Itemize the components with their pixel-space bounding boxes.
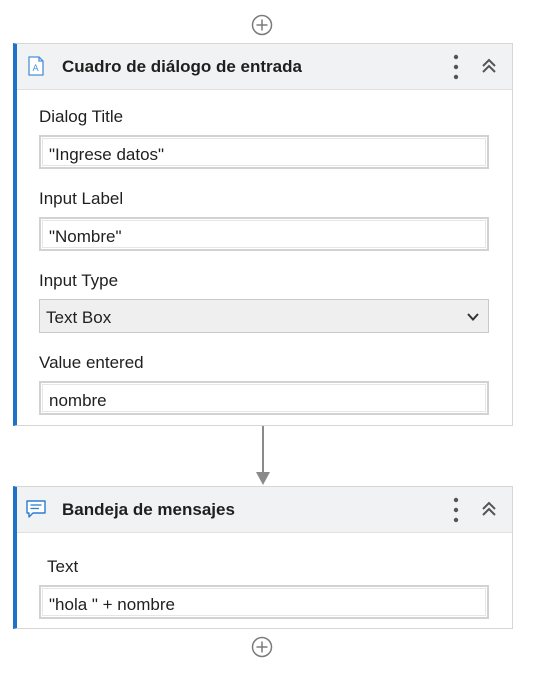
activity-title: Cuadro de diálogo de entrada [62, 57, 302, 76]
collapse-chevrons-icon[interactable] [478, 498, 500, 520]
kebab-menu-icon[interactable] [448, 496, 464, 524]
input-type-label: Input Type [39, 271, 119, 290]
input-label-label: Input Label [39, 189, 124, 208]
activity-header[interactable]: A Cuadro de diálogo de entrada [17, 44, 512, 90]
add-activity-top-button[interactable] [251, 14, 273, 36]
text-label: Text [47, 557, 79, 576]
plus-circle-icon [251, 636, 273, 658]
input-type-select[interactable]: Text Box [39, 299, 489, 333]
value-entered-label: Value entered [39, 353, 144, 372]
activity-header[interactable]: Bandeja de mensajes [17, 487, 512, 533]
input-dialog-activity[interactable]: A Cuadro de diálogo de entrada Dialog Ti… [13, 43, 513, 426]
dialog-title-label: Dialog Title [39, 107, 124, 126]
input-label-input[interactable]: "Nombre" [39, 217, 489, 251]
message-box-activity[interactable]: Bandeja de mensajes Text "hola " + nombr… [13, 486, 513, 629]
plus-circle-icon [251, 14, 273, 36]
input-dialog-icon: A [28, 56, 44, 76]
value-entered-input[interactable]: nombre [39, 381, 489, 415]
input-label-value: "Nombre" [49, 227, 122, 246]
flow-connector-line [262, 426, 264, 474]
value-entered-value: nombre [49, 391, 107, 410]
svg-text:A: A [33, 64, 40, 74]
flow-connector-arrow [256, 472, 270, 485]
text-value: "hola " + nombre [49, 595, 175, 614]
add-activity-bottom-button[interactable] [251, 636, 273, 658]
text-input[interactable]: "hola " + nombre [39, 585, 489, 619]
message-box-icon [26, 500, 46, 518]
collapse-chevrons-icon[interactable] [478, 55, 500, 77]
dialog-title-value: "Ingrese datos" [49, 145, 165, 164]
chevron-down-icon [467, 313, 479, 321]
input-type-value: Text Box [46, 308, 112, 327]
activity-title: Bandeja de mensajes [62, 500, 235, 519]
dialog-title-input[interactable]: "Ingrese datos" [39, 135, 489, 169]
kebab-menu-icon[interactable] [448, 53, 464, 81]
